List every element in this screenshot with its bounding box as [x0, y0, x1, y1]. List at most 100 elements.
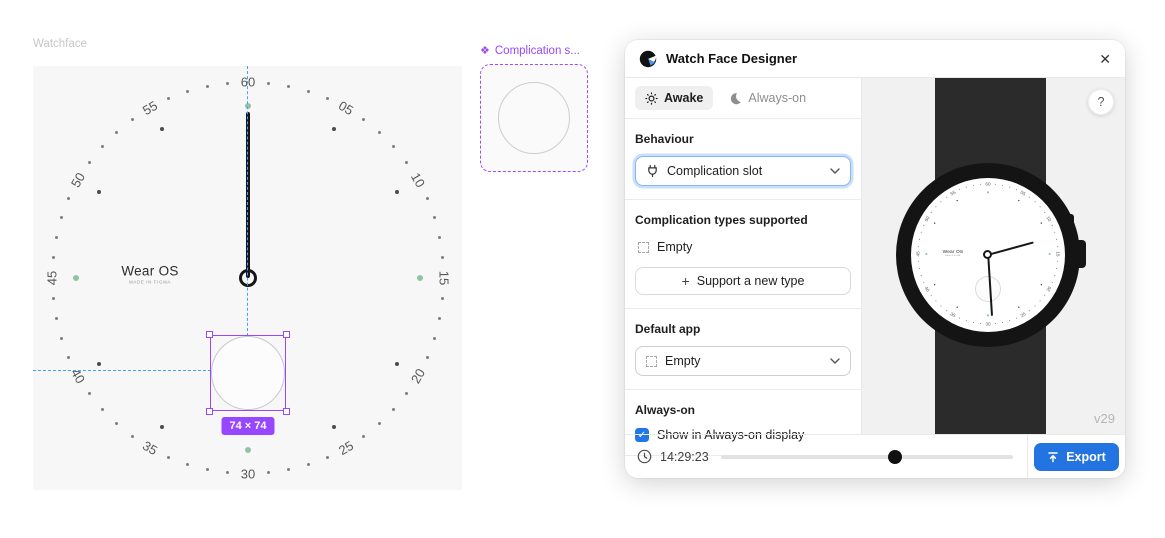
dial-accent-dot — [73, 275, 79, 281]
dial-number: 30 — [985, 321, 990, 326]
behaviour-section: Behaviour Complication slot — [625, 119, 861, 199]
time-slider[interactable] — [721, 450, 1013, 464]
slider-track[interactable] — [721, 455, 1013, 459]
selection-handle[interactable] — [283, 331, 290, 338]
tab-always-on[interactable]: Always-on — [719, 86, 816, 110]
dial-number: 45 — [45, 271, 60, 285]
chevron-down-icon — [830, 358, 840, 364]
dial-number: 35 — [140, 438, 160, 458]
dial-minute-dot — [67, 356, 70, 359]
dial-accent-dot — [925, 253, 927, 255]
default-app-select[interactable]: Empty — [635, 346, 851, 376]
dial-minute-dot — [1029, 197, 1030, 198]
dial-minute-dot — [88, 161, 91, 164]
watch-face-designer-panel: Watch Face Designer ✕ Awake — [625, 40, 1125, 478]
dial-minute-dot — [919, 239, 920, 240]
dial-minute-dot — [441, 297, 444, 300]
dial-minute-dot — [186, 90, 189, 93]
panel-footer: 14:29:23 Export — [625, 434, 1125, 478]
clock-icon — [637, 449, 652, 464]
dial-minute-dot — [378, 131, 381, 134]
dial-minute-dot — [307, 90, 310, 93]
tab-awake[interactable]: Awake — [635, 86, 713, 110]
component-thumbnail[interactable] — [480, 64, 588, 172]
behaviour-label: Behaviour — [635, 132, 851, 146]
selection-handle[interactable] — [206, 331, 213, 338]
component-name-label[interactable]: ❖ Complication s... — [480, 44, 580, 57]
dial-minute-dot — [267, 82, 270, 85]
dial-number: 60 — [241, 75, 255, 90]
dial-minute-dot — [941, 201, 942, 202]
panel-header[interactable]: Watch Face Designer ✕ — [625, 40, 1125, 78]
dial-minute-dot — [959, 317, 960, 318]
always-on-label: Always-on — [635, 403, 851, 417]
selection-box[interactable] — [210, 335, 286, 411]
dial-minute-dot — [1056, 268, 1057, 269]
dial-minute-dot — [115, 131, 118, 134]
dial-minute-dot — [931, 212, 932, 213]
dial-minute-dot — [392, 145, 395, 148]
dial-minute-dot — [1016, 189, 1017, 190]
app-logo-icon — [639, 50, 657, 68]
dial-number: 50 — [924, 215, 931, 222]
dial-number: 55 — [949, 190, 956, 197]
dial-minute-dot — [1034, 306, 1035, 307]
dial-number: 40 — [68, 366, 88, 386]
dial-major-dot — [395, 362, 400, 367]
dial-number: 05 — [336, 98, 356, 118]
dial-minute-dot — [438, 317, 441, 320]
dial-minute-dot — [980, 323, 981, 324]
watchface-canvas[interactable]: Wear OS MADE IN FIGMA 051015202530354045… — [33, 66, 462, 490]
dial-minute-dot — [426, 356, 429, 359]
add-type-button[interactable]: + Support a new type — [635, 267, 851, 295]
dial-minute-dot — [1002, 322, 1003, 323]
dial-minute-dot — [405, 392, 408, 395]
dial-minute-dot — [186, 463, 189, 466]
dial-minute-dot — [995, 323, 996, 324]
dial-minute-dot — [1056, 239, 1057, 240]
dial-minute-dot — [426, 197, 429, 200]
help-button[interactable]: ? — [1088, 89, 1114, 115]
panel-title: Watch Face Designer — [666, 51, 1090, 66]
slider-thumb[interactable] — [888, 450, 902, 464]
dial-minute-dot — [88, 392, 91, 395]
close-icon[interactable]: ✕ — [1099, 52, 1111, 66]
dial-minute-dot — [287, 85, 290, 88]
behaviour-select[interactable]: Complication slot — [635, 156, 851, 186]
export-button[interactable]: Export — [1034, 443, 1119, 471]
dial-minute-dot — [55, 317, 58, 320]
dial-major-dot — [1041, 284, 1043, 286]
dial-minute-dot — [1034, 201, 1035, 202]
dial-minute-dot — [131, 435, 134, 438]
dial-major-dot — [332, 425, 337, 430]
frame-title[interactable]: Watchface — [33, 38, 87, 50]
complication-types-label: Complication types supported — [635, 213, 851, 227]
dial-accent-dot — [987, 191, 989, 193]
dial-accent-dot — [987, 314, 989, 316]
default-app-label: Default app — [635, 322, 851, 336]
dial-major-dot — [395, 190, 400, 195]
dial-accent-dot — [417, 275, 423, 281]
dial-accent-dot — [1049, 253, 1051, 255]
alignment-guide-horizontal — [33, 370, 211, 371]
dial-minute-dot — [918, 246, 919, 247]
dial-number: 10 — [408, 170, 428, 190]
dial-major-dot — [97, 362, 102, 367]
dial-minute-dot — [1057, 246, 1058, 247]
selection-handle[interactable] — [283, 408, 290, 415]
alignment-guide-vertical — [247, 66, 248, 336]
plus-icon: + — [682, 274, 690, 288]
dial-minute-dot — [1009, 320, 1010, 321]
dial-major-dot — [332, 127, 337, 132]
dial-minute-dot — [935, 206, 936, 207]
supported-type-row[interactable]: Empty — [638, 240, 851, 254]
dial-major-dot — [956, 200, 958, 202]
chevron-down-icon — [830, 168, 840, 174]
dial-minute-dot — [206, 85, 209, 88]
dial-number: 15 — [1055, 251, 1060, 256]
dial-number: 20 — [1045, 285, 1052, 292]
selection-handle[interactable] — [206, 408, 213, 415]
dial-minute-dot — [921, 232, 922, 233]
dial-minute-dot — [1002, 185, 1003, 186]
dial-major-dot — [97, 190, 102, 195]
